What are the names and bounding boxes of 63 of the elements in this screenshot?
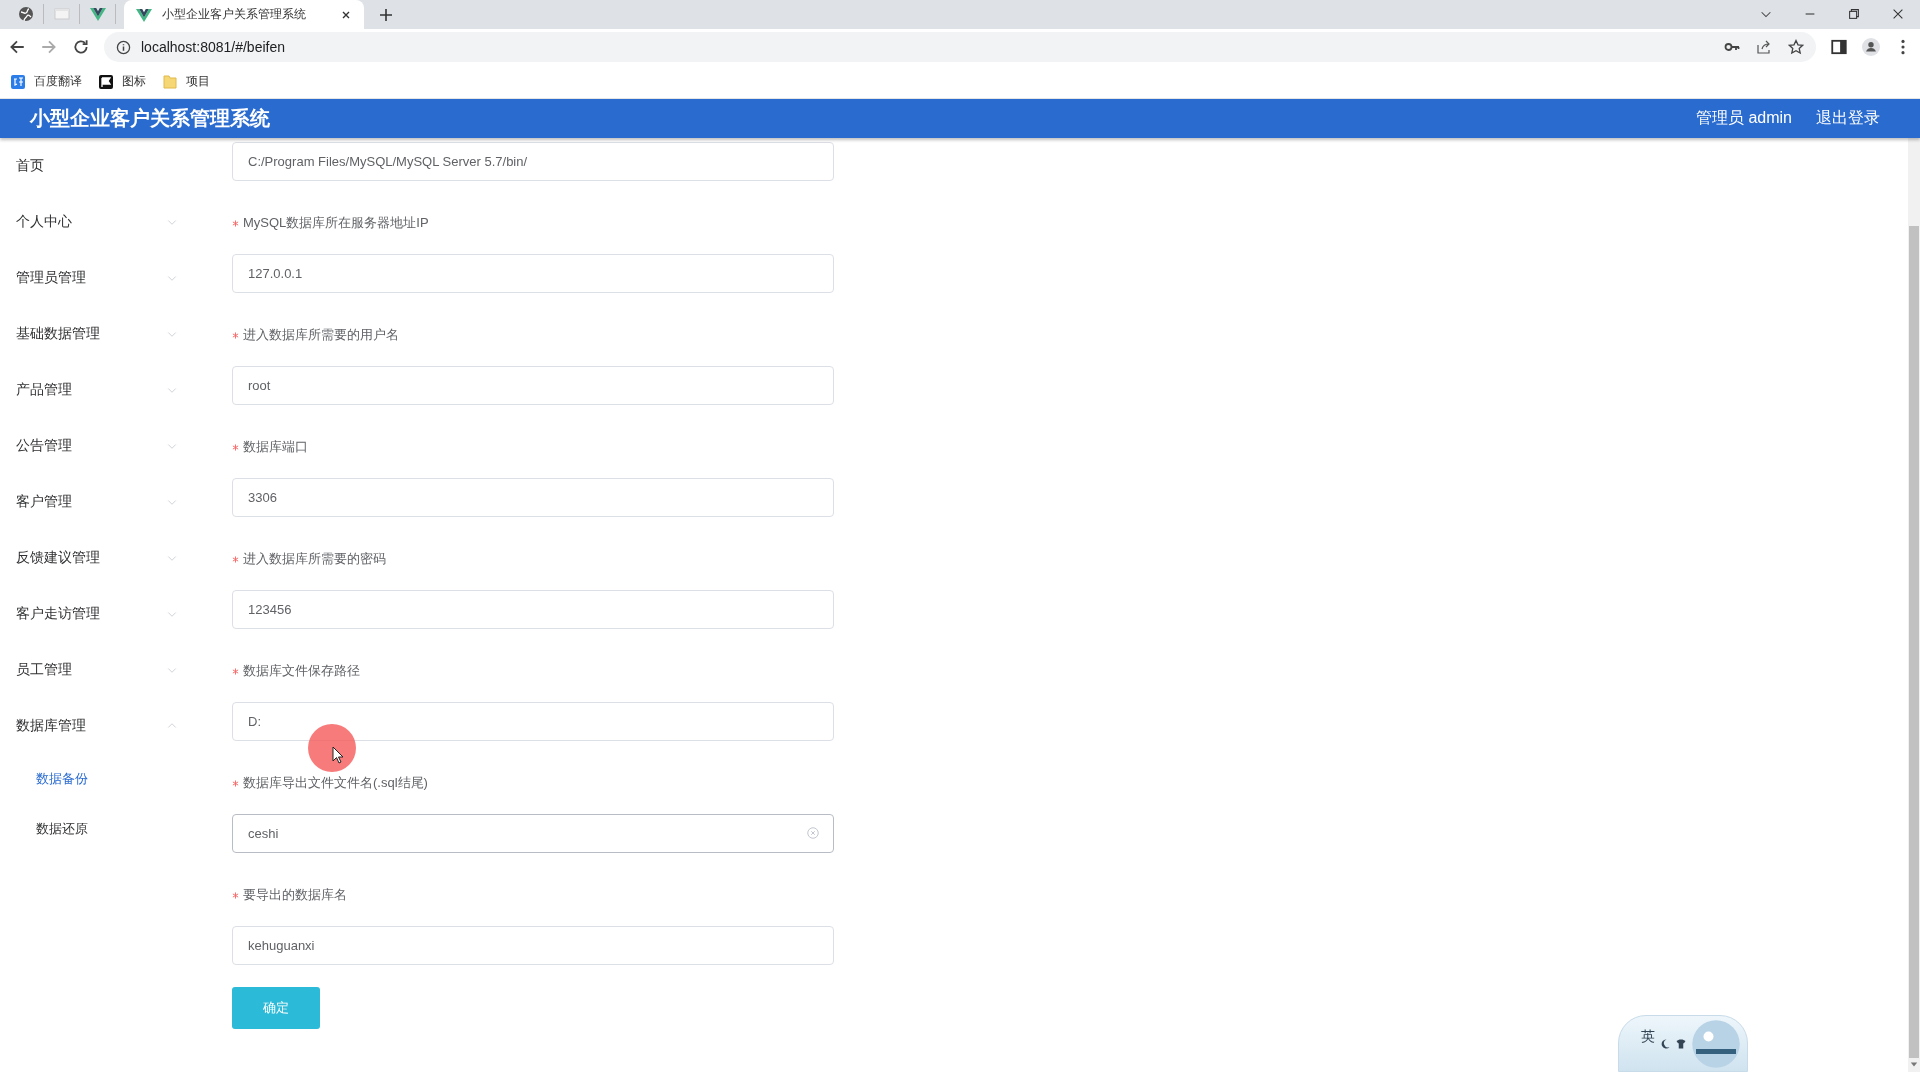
- restore-icon[interactable]: [1847, 7, 1861, 21]
- sidebar-item[interactable]: 产品管理: [0, 362, 232, 418]
- bookmark[interactable]: 图标: [98, 73, 146, 90]
- sidebar-item[interactable]: 公告管理: [0, 418, 232, 474]
- sidebar-item[interactable]: 反馈建议管理: [0, 530, 232, 586]
- input-field[interactable]: D:: [232, 702, 834, 741]
- pointer-icon: [332, 746, 344, 764]
- translate-icon: [10, 73, 26, 90]
- v-logo-icon: [136, 6, 152, 23]
- folder-icon: [162, 73, 178, 90]
- input-field[interactable]: kehuguanxi: [232, 926, 834, 965]
- scrollbar-thumb[interactable]: [1909, 226, 1919, 1058]
- side-panel-icon[interactable]: [1830, 38, 1848, 56]
- sidebar-item[interactable]: 客户管理: [0, 474, 232, 530]
- url-text: localhost:8081/#/beifen: [141, 39, 286, 55]
- profile-icon[interactable]: [1862, 38, 1880, 56]
- scrollbar[interactable]: [1908, 138, 1920, 1072]
- input-field[interactable]: ceshi: [232, 814, 834, 853]
- input-field[interactable]: C:/Program Files/MySQL/MySQL Server 5.7/bin/: [232, 142, 834, 181]
- bookmark[interactable]: 百度翻译: [10, 73, 82, 90]
- share-icon[interactable]: [1756, 39, 1772, 55]
- browser-tab[interactable]: 小型企业客户关系管理系统: [124, 0, 364, 29]
- field-label: MySQL数据库所在服务器地址IP: [243, 214, 429, 232]
- reload-icon[interactable]: [72, 38, 90, 56]
- sidebar-subitem[interactable]: 数据还原: [0, 804, 232, 854]
- sidebar-item[interactable]: 客户走访管理: [0, 586, 232, 642]
- field-label: 数据库端口: [243, 438, 308, 456]
- user-label: 管理员 admin: [1695, 108, 1792, 128]
- field-label: 要导出的数据库名: [243, 886, 347, 904]
- sidebar-item[interactable]: 首页: [0, 138, 232, 194]
- sidebar-item[interactable]: 个人中心: [0, 194, 232, 250]
- input-field[interactable]: 127.0.0.1: [232, 254, 834, 293]
- star-icon[interactable]: [1788, 39, 1804, 55]
- sidebar-item[interactable]: 管理员管理: [0, 250, 232, 306]
- lake-drawing: [1691, 1018, 1741, 1069]
- ime-widget[interactable]: 英: [1618, 1015, 1748, 1072]
- input-field[interactable]: root: [232, 366, 834, 405]
- bookmark[interactable]: 项目: [162, 73, 210, 90]
- moon-icon: [1659, 1037, 1671, 1050]
- sidebar-item[interactable]: 基础数据管理: [0, 306, 232, 362]
- flag-icon: [98, 73, 114, 90]
- input-field[interactable]: 3306: [232, 478, 834, 517]
- info-icon[interactable]: [116, 39, 131, 55]
- logout-link[interactable]: 退出登录: [1816, 108, 1880, 129]
- new-tab-icon[interactable]: [378, 7, 394, 23]
- input-field[interactable]: 123456: [232, 590, 834, 629]
- globe-icon: [17, 6, 34, 22]
- field-label: 数据库文件保存路径: [243, 662, 360, 680]
- scroll-down-icon[interactable]: [1910, 1062, 1918, 1068]
- app-title: 小型企业客户关系管理系统: [30, 106, 270, 131]
- ime-mode-label: 英: [1641, 1028, 1655, 1046]
- sidebar-subitem[interactable]: 数据备份: [0, 754, 232, 804]
- sidebar-item[interactable]: 数据库管理: [0, 698, 232, 754]
- page-icon: [53, 6, 70, 22]
- shirt-icon: [1675, 1037, 1687, 1050]
- close-icon[interactable]: [1891, 7, 1905, 21]
- field-label: 进入数据库所需要的用户名: [243, 326, 399, 344]
- field-label: 数据库导出文件文件名(.sql结尾): [243, 774, 428, 792]
- address-bar[interactable]: localhost:8081/#/beifen: [104, 32, 1816, 62]
- sidebar-item[interactable]: 员工管理: [0, 642, 232, 698]
- v-logo-icon: [89, 6, 106, 22]
- field-label: 进入数据库所需要的密码: [243, 550, 386, 568]
- back-icon[interactable]: [8, 38, 26, 56]
